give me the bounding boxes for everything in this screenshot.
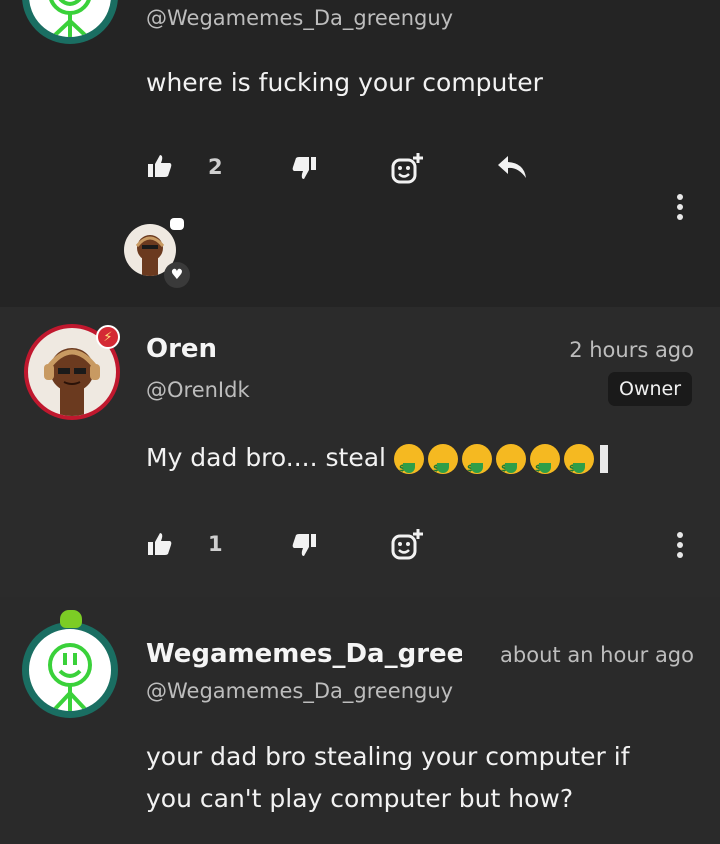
comment-text: your dad bro stealing your computer if y…	[146, 736, 630, 820]
green-guy-icon	[49, 0, 91, 37]
lightning-badge-icon: ⚡	[96, 325, 120, 349]
comment-handle[interactable]: @OrenIdk	[146, 378, 250, 402]
avatar-wegamemes[interactable]	[22, 0, 118, 44]
comment-handle[interactable]: @Wegamemes_Da_greenguy	[146, 6, 453, 30]
more-options-button[interactable]	[674, 532, 686, 560]
money-mouth-face-emoji	[563, 444, 594, 490]
dislike-button[interactable]	[290, 531, 318, 559]
frog-badge-icon	[60, 610, 82, 628]
like-button[interactable]	[146, 152, 174, 180]
like-count: 2	[208, 155, 223, 179]
owner-badge: Owner	[608, 372, 693, 406]
comment-timestamp: about an hour ago	[500, 643, 694, 667]
like-count: 1	[208, 532, 223, 556]
avatar-wegamemes[interactable]	[22, 622, 118, 718]
thumbs-down-icon	[292, 534, 316, 556]
add-reaction-icon	[391, 529, 423, 560]
green-guy-icon	[48, 643, 92, 711]
money-mouth-face-emoji	[393, 444, 424, 490]
heart-icon: ♥	[164, 262, 190, 288]
money-mouth-face-emoji	[461, 444, 492, 490]
dislike-button[interactable]	[290, 154, 318, 182]
money-mouth-face-emoji	[529, 444, 560, 490]
thumbs-up-icon	[148, 533, 172, 555]
like-button[interactable]	[146, 530, 174, 558]
more-options-button[interactable]	[674, 194, 686, 222]
comment-author-name[interactable]: Wegamemes_Da_gree	[146, 639, 462, 669]
comment-text: where is fucking your computer	[146, 68, 543, 97]
comment-text-content: My dad bro.... steal	[146, 443, 386, 472]
thumbs-down-icon	[292, 157, 316, 179]
add-reaction-button[interactable]	[390, 152, 424, 186]
comment-timestamp: 2 hours ago	[569, 338, 694, 362]
reply-button[interactable]	[496, 154, 528, 180]
small-image-icon	[599, 445, 608, 473]
chat-bubble-icon	[170, 218, 184, 230]
comment-text: My dad bro.... steal	[146, 437, 608, 490]
reply-icon	[498, 156, 526, 178]
comment-text-line: you can't play computer but how?	[146, 784, 574, 813]
add-reaction-icon	[391, 153, 423, 184]
add-reaction-button[interactable]	[390, 528, 424, 562]
money-mouth-face-emoji	[427, 444, 458, 490]
money-mouth-face-emoji	[495, 444, 526, 490]
comment-handle[interactable]: @Wegamemes_Da_greenguy	[146, 679, 453, 703]
comment-author-name[interactable]: Oren	[146, 334, 217, 364]
comment-text-line: your dad bro stealing your computer if	[146, 742, 630, 771]
comment-1: @Wegamemes_Da_greenguy where is fucking …	[0, 0, 720, 307]
thumbs-up-icon	[148, 155, 172, 177]
